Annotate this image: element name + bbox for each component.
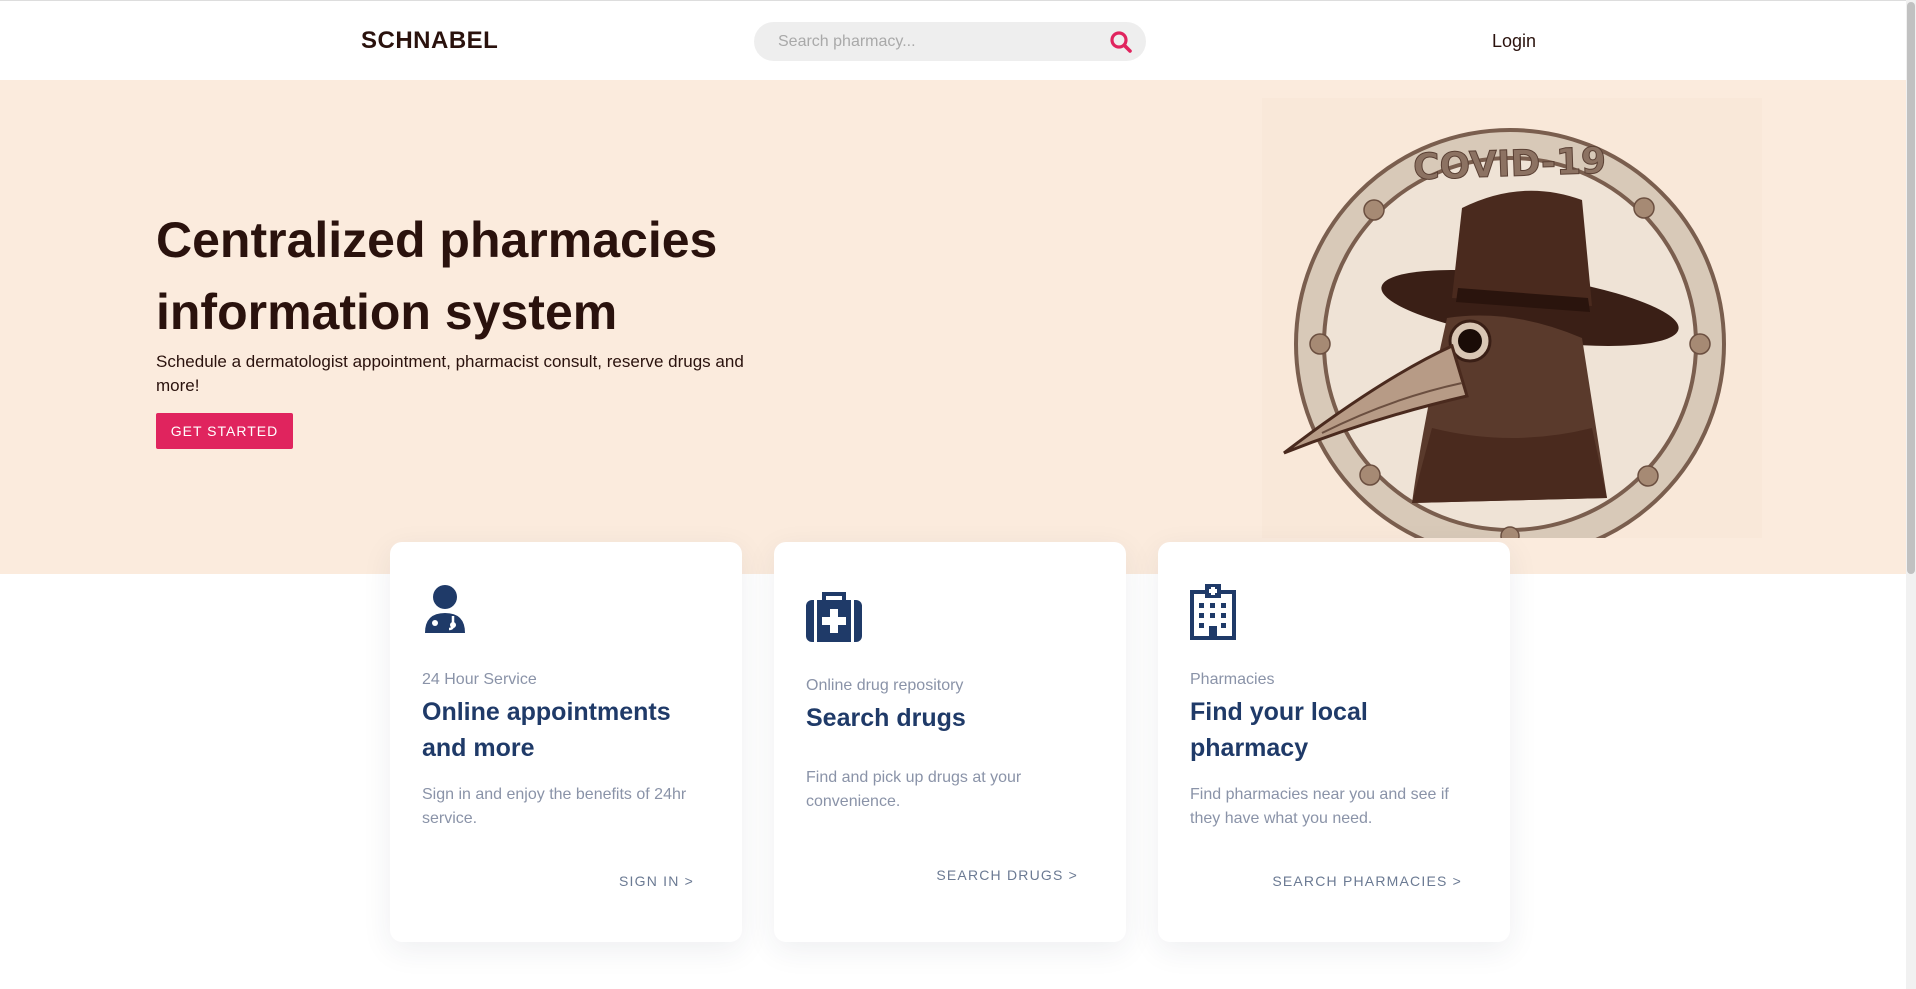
- hero-title: Centralized pharmacies information syste…: [156, 212, 718, 340]
- login-link[interactable]: Login: [1492, 31, 1536, 52]
- card-title: Search drugs: [806, 704, 966, 732]
- card-kicker: Pharmacies: [1190, 671, 1275, 688]
- card-kicker: 24 Hour Service: [422, 671, 537, 688]
- hospital-building-icon: [1190, 584, 1236, 640]
- card-pharmacies: Pharmacies Find your local pharmacy Find…: [1158, 542, 1510, 942]
- search-drugs-link[interactable]: SEARCH DRUGS >: [936, 867, 1078, 883]
- brand-logo[interactable]: SCHNABEL: [361, 27, 498, 55]
- card-title: Find your local pharmacy: [1190, 698, 1368, 762]
- page-scrollbar[interactable]: [1906, 0, 1916, 989]
- plague-doctor-emblem: COVID-19: [1262, 98, 1762, 538]
- card-description: Sign in and enjoy the benefits of 24hr s…: [422, 786, 687, 827]
- search-icon: [1110, 30, 1132, 53]
- scrollbar-thumb[interactable]: [1907, 2, 1915, 574]
- search-bar: [754, 22, 1146, 61]
- top-navbar: SCHNABEL Login: [0, 0, 1906, 80]
- card-kicker: Online drug repository: [806, 677, 964, 694]
- card-search-drugs: Online drug repository Search drugs Find…: [774, 542, 1126, 942]
- emblem-label: COVID-19: [1412, 141, 1606, 189]
- medical-kit-icon: [806, 592, 862, 642]
- hero-section: Centralized pharmacies information syste…: [0, 80, 1906, 574]
- hero-subtitle: Schedule a dermatologist appointment, ph…: [156, 352, 744, 395]
- card-appointments: 24 Hour Service Online appointments and …: [390, 542, 742, 942]
- search-button[interactable]: [1096, 22, 1146, 61]
- search-pharmacies-link[interactable]: SEARCH PHARMACIES >: [1272, 873, 1462, 889]
- card-description: Find and pick up drugs at your convenien…: [806, 769, 1022, 810]
- doctor-icon: [425, 585, 465, 633]
- card-title: Online appointments and more: [422, 698, 671, 762]
- get-started-button[interactable]: GET STARTED: [156, 413, 293, 449]
- search-input[interactable]: [754, 22, 1096, 61]
- card-description: Find pharmacies near you and see if they…: [1190, 786, 1449, 827]
- sign-in-link[interactable]: SIGN IN >: [619, 873, 694, 889]
